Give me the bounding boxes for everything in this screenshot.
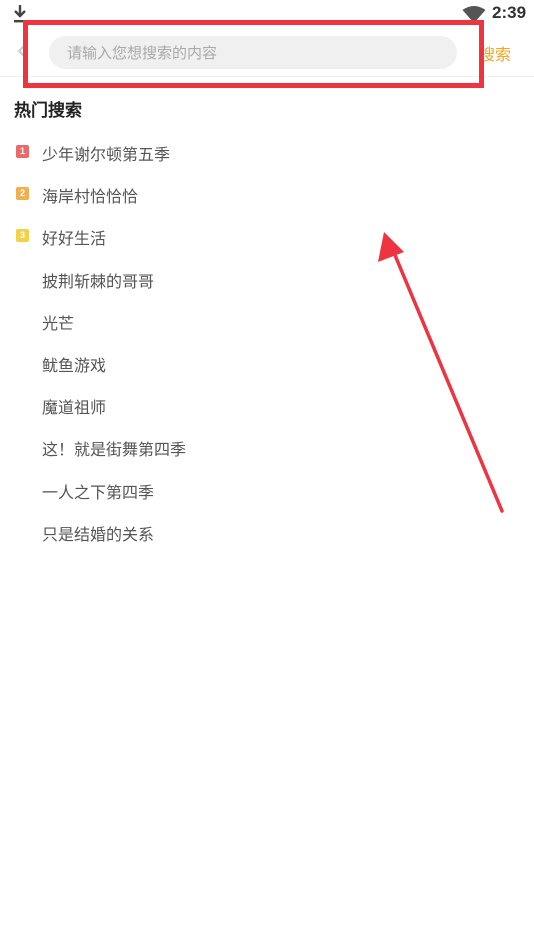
hot-search-label: 光芒	[42, 313, 75, 333]
rank-badge: 2	[16, 187, 29, 201]
hot-search-item[interactable]: 这！就是街舞第四季	[0, 425, 534, 467]
hot-search-label: 鱿鱼游戏	[42, 355, 107, 375]
hot-search-label: 只是结婚的关系	[42, 524, 155, 544]
hot-search-item[interactable]: 光芒	[0, 299, 534, 341]
search-box[interactable]	[49, 36, 457, 69]
hot-search-label: 好好生活	[42, 229, 107, 249]
hot-search-label: 披荆斩棘的哥哥	[42, 271, 155, 291]
hot-search-title: 热门搜索	[14, 101, 82, 121]
status-bar: 2:39	[0, 0, 534, 28]
rank-badge: 3	[16, 229, 29, 243]
hot-search-label: 少年谢尔顿第五季	[42, 145, 171, 164]
hot-search-list: 1 少年谢尔顿第五季 2 海岸村恰恰恰 3 好好生活 披荆斩棘的哥哥 光芒 鱿鱼…	[0, 130, 534, 552]
hot-search-label: 这！就是街舞第四季	[42, 440, 187, 460]
download-icon	[14, 5, 26, 23]
search-button[interactable]: 搜索	[479, 41, 511, 65]
hot-search-item[interactable]: 只是结婚的关系	[0, 510, 534, 552]
rank-badge: 1	[16, 145, 29, 158]
search-input[interactable]	[67, 36, 447, 69]
hot-search-item[interactable]: 3 好好生活	[0, 214, 534, 256]
hot-search-item[interactable]: 1 少年谢尔顿第五季	[0, 130, 534, 172]
hot-search-label: 魔道祖师	[42, 398, 107, 418]
wifi-icon	[462, 6, 486, 23]
hot-search-label: 一人之下第四季	[42, 482, 155, 502]
hot-search-item[interactable]: 2 海岸村恰恰恰	[0, 172, 534, 214]
hot-search-item[interactable]: 魔道祖师	[0, 383, 534, 425]
hot-search-item[interactable]: 一人之下第四季	[0, 468, 534, 510]
hot-search-label: 海岸村恰恰恰	[42, 187, 139, 207]
search-header: 搜索	[0, 28, 534, 77]
back-arrow-icon[interactable]	[14, 42, 32, 60]
hot-search-item[interactable]: 披荆斩棘的哥哥	[0, 257, 534, 299]
status-time: 2:39	[492, 3, 527, 22]
hot-search-item[interactable]: 鱿鱼游戏	[0, 341, 534, 383]
